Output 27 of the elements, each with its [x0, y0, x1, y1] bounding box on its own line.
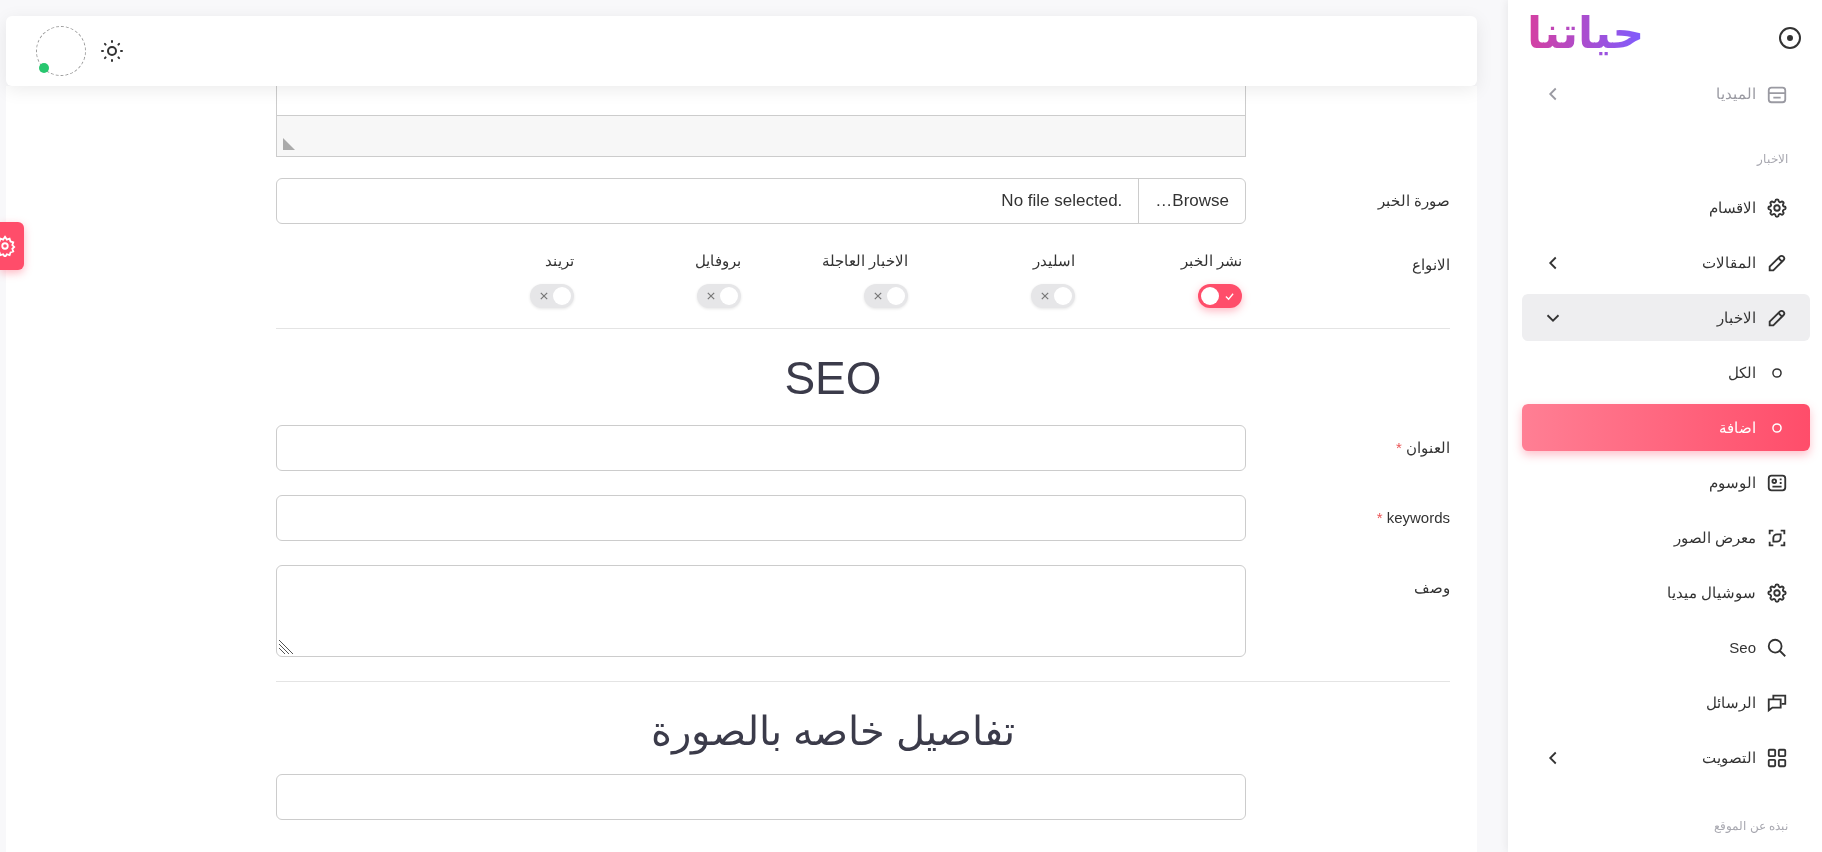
submenu-item[interactable]: الكل	[1522, 349, 1810, 396]
menu-item[interactable]: الاخبار	[1522, 294, 1810, 341]
file-input[interactable]: No file selected. …Browse	[276, 178, 1246, 224]
menu-section-title: الاخبار	[1755, 151, 1789, 168]
field-label: وصف	[1413, 578, 1450, 597]
field-label: الانواع	[1411, 255, 1450, 274]
section-heading: تفاصيل خاصه بالصورة	[649, 708, 1017, 754]
field-label: العنوان *	[1395, 438, 1450, 457]
field-label: صورة الخبر	[1376, 191, 1450, 210]
field-label: keywords *	[1375, 508, 1450, 526]
menu-item[interactable]: معرض الصور	[1522, 514, 1810, 561]
menu-item[interactable]: الوسوم	[1522, 459, 1810, 506]
menu-section-title: نبذه عن الموقع	[1713, 818, 1789, 835]
toggle-label: بروفايل	[695, 252, 741, 270]
menu-item[interactable]: الاقسام	[1522, 184, 1810, 231]
section-heading: SEO	[783, 351, 883, 405]
toggle-label: تريند	[545, 252, 574, 270]
browse-button[interactable]: …Browse	[1138, 179, 1245, 223]
menu-item[interactable]: سوشيال ميديا	[1522, 569, 1810, 616]
menu-item[interactable]: الرسائل	[1522, 679, 1810, 726]
toggle-label: نشر الخبر	[1180, 252, 1242, 270]
file-status: No file selected.	[1000, 191, 1124, 211]
toggle-label: الاخبار العاجلة	[821, 252, 908, 270]
toggle-label: اسليدر	[1033, 252, 1075, 270]
menu-item[interactable]: التصويت	[1522, 734, 1810, 781]
menu-item[interactable]: المقالات	[1522, 239, 1810, 286]
menu-item[interactable]: Seo	[1522, 624, 1810, 671]
